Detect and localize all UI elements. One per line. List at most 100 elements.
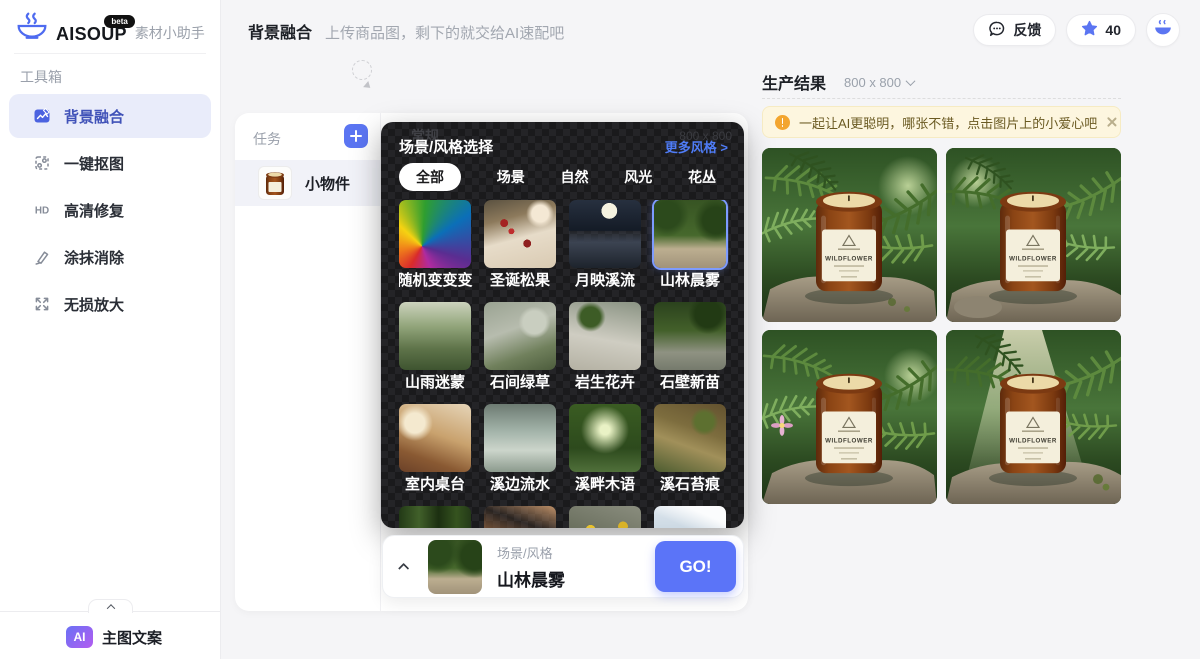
tasks-title: 任务 xyxy=(253,129,281,149)
page-header: 背景融合 上传商品图，剩下的就交给AI速配吧 xyxy=(248,19,564,43)
style-picker-panel: 常规 800 x 800 场景/风格选择 更多风格 > 全部 场景 自然 风光 … xyxy=(381,122,744,528)
style-tile[interactable] xyxy=(569,506,641,528)
chevron-up-icon xyxy=(398,562,409,573)
style-tile[interactable]: 月映溪流 xyxy=(569,200,641,289)
sidebar-nav: 背景融合 一键抠图 HD 高清修复 xyxy=(9,94,211,329)
sidebar-item-hd-repair[interactable]: HD 高清修复 xyxy=(9,188,211,232)
bowl-logo-icon xyxy=(16,12,48,45)
tab-nature[interactable]: 自然 xyxy=(561,167,589,187)
add-task-button[interactable] xyxy=(344,124,368,148)
style-thumbnail xyxy=(569,404,641,472)
style-thumbnail xyxy=(399,506,471,528)
brush-erase-icon xyxy=(33,248,51,266)
more-styles-link[interactable]: 更多风格 > xyxy=(665,137,728,156)
style-thumbnail xyxy=(654,404,726,472)
sidebar-item-erase[interactable]: 涂抹消除 xyxy=(9,235,211,279)
ai-badge-icon: AI xyxy=(66,626,93,648)
style-tile[interactable]: 岩生花卉 xyxy=(569,302,641,391)
sidebar-item-label: 高清修复 xyxy=(64,200,124,221)
style-tile[interactable]: 随机变变变 xyxy=(399,200,471,289)
page-title: 背景融合 xyxy=(248,19,312,43)
credits-count: 40 xyxy=(1105,22,1121,38)
footer-label: 主图文案 xyxy=(102,627,162,648)
style-tile-label: 溪边流水 xyxy=(490,476,550,493)
warning-icon xyxy=(775,115,790,130)
results-header: 生产结果 800 x 800 xyxy=(762,70,914,94)
style-tile-label: 石间绿草 xyxy=(490,374,550,391)
page-subtitle: 上传商品图，剩下的就交给AI速配吧 xyxy=(325,22,564,43)
sidebar-item-cutout[interactable]: 一键抠图 xyxy=(9,141,211,185)
style-thumbnail xyxy=(654,302,726,370)
style-thumbnail xyxy=(484,302,556,370)
output-size-value: 800 x 800 xyxy=(844,75,901,90)
logo: AISOUP beta 素材小助手 xyxy=(16,12,205,45)
style-tile[interactable]: 溪石苔痕 xyxy=(654,404,726,493)
app-tagline: 素材小助手 xyxy=(135,23,205,45)
selected-style-meta: 场景/风格 山林晨雾 xyxy=(497,543,565,591)
workspace-card: 任务 小物件 常规 800 x 800 场景/风格选择 更多风格 > 全部 场景… xyxy=(235,113,748,611)
style-thumbnail xyxy=(484,404,556,472)
style-tile-label: 岩生花卉 xyxy=(575,374,635,391)
style-tile[interactable]: 山雨迷蒙 xyxy=(399,302,471,391)
style-tile[interactable] xyxy=(654,506,726,528)
tab-scene[interactable]: 场景 xyxy=(497,167,525,187)
chevron-down-icon xyxy=(906,76,916,86)
style-tile[interactable]: 圣诞松果 xyxy=(484,200,556,289)
sidebar-item-upscale[interactable]: 无损放大 xyxy=(9,282,211,326)
result-image-2[interactable] xyxy=(946,148,1121,322)
style-thumbnail xyxy=(484,506,556,528)
style-tile-label: 石壁新苗 xyxy=(660,374,720,391)
sidebar-footer-main-copy[interactable]: AI 主图文案 xyxy=(66,626,162,648)
style-tabs: 全部 场景 自然 风光 花丛 xyxy=(399,164,716,190)
feedback-button[interactable]: 反馈 xyxy=(973,14,1056,46)
selected-style-name: 山林晨雾 xyxy=(497,566,565,591)
output-size-dropdown[interactable]: 800 x 800 xyxy=(844,75,914,90)
style-tile-label: 室内桌台 xyxy=(405,476,465,493)
style-panel-title: 场景/风格选择 xyxy=(399,136,493,157)
go-button[interactable]: GO! xyxy=(655,541,736,592)
style-tile[interactable]: 室内桌台 xyxy=(399,404,471,493)
footer-collapse-button[interactable] xyxy=(88,599,133,613)
style-thumbnail xyxy=(399,200,471,268)
divider xyxy=(762,98,1121,99)
cutout-icon xyxy=(33,154,51,172)
task-item-small-object[interactable]: 小物件 xyxy=(235,160,380,206)
divider xyxy=(14,53,206,54)
style-tile-label: 溪石苔痕 xyxy=(660,476,720,493)
close-icon[interactable] xyxy=(1106,116,1108,128)
sidebar-item-label: 背景融合 xyxy=(64,106,124,127)
sidebar-item-label: 涂抹消除 xyxy=(64,247,124,268)
result-image-4[interactable] xyxy=(946,330,1121,504)
bowl-avatar-icon xyxy=(1152,18,1174,43)
style-thumbnail xyxy=(569,506,641,528)
style-tile[interactable]: 溪畔木语 xyxy=(569,404,641,493)
style-thumbnail xyxy=(399,404,471,472)
sidebar-item-background-blend[interactable]: 背景融合 xyxy=(9,94,211,138)
results-title: 生产结果 xyxy=(762,70,826,94)
style-thumbnail xyxy=(399,302,471,370)
header-actions: 反馈 40 xyxy=(973,13,1180,47)
cursor-arrow-decoration xyxy=(363,81,373,91)
cursor-ghost-decoration xyxy=(352,60,372,80)
style-thumbnail xyxy=(654,506,726,528)
credits-button[interactable]: 40 xyxy=(1066,14,1136,46)
style-tile[interactable]: 石间绿草 xyxy=(484,302,556,391)
selected-style-category: 场景/风格 xyxy=(497,543,565,562)
result-image-3[interactable] xyxy=(762,330,937,504)
style-tile[interactable] xyxy=(399,506,471,528)
image-blend-icon xyxy=(33,107,51,125)
collapse-panel-button[interactable] xyxy=(398,561,412,573)
style-tile[interactable] xyxy=(484,506,556,528)
selected-style-thumbnail xyxy=(428,540,482,594)
result-image-1[interactable] xyxy=(762,148,937,322)
style-tile-selected[interactable]: 山林晨雾 xyxy=(654,200,726,289)
style-tile-label: 山雨迷蒙 xyxy=(405,374,465,391)
style-tile[interactable]: 石壁新苗 xyxy=(654,302,726,391)
style-thumbnail xyxy=(569,302,641,370)
tab-flowers[interactable]: 花丛 xyxy=(688,167,716,187)
style-tile[interactable]: 溪边流水 xyxy=(484,404,556,493)
tab-landscape[interactable]: 风光 xyxy=(624,167,652,187)
account-avatar[interactable] xyxy=(1146,13,1180,47)
tab-all[interactable]: 全部 xyxy=(399,163,461,191)
style-tile-label: 山林晨雾 xyxy=(660,272,720,289)
